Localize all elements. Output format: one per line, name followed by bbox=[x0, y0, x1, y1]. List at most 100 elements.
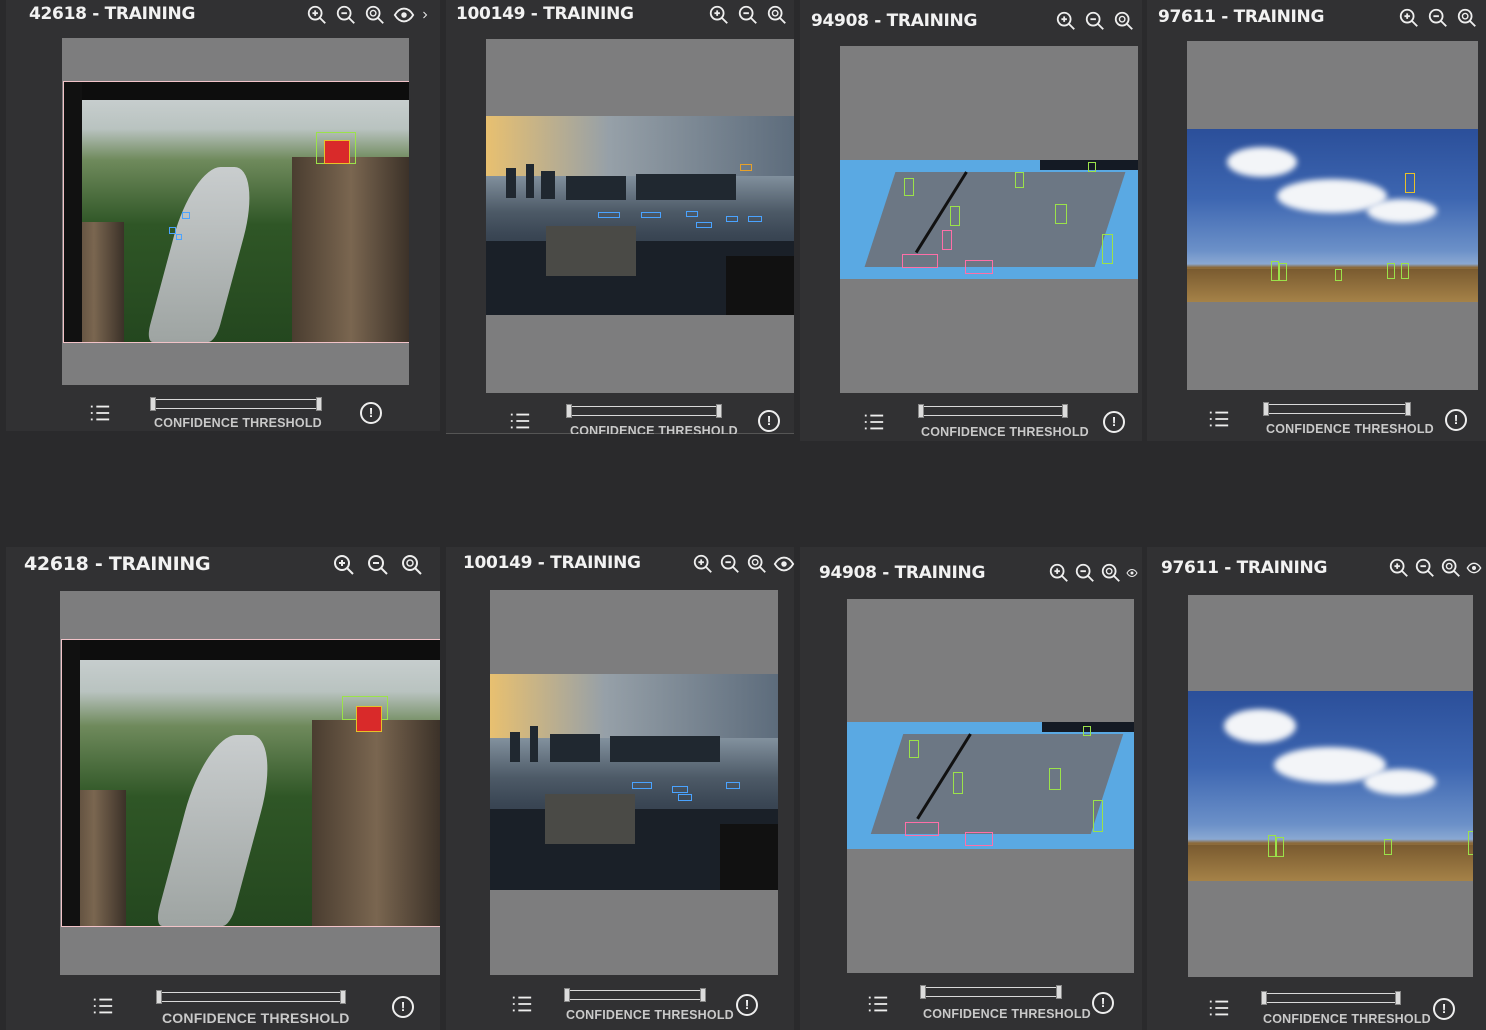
list-icon[interactable] bbox=[88, 402, 112, 424]
image-panel-3: 94908 - TRAINING CONFIDENCE THRESHOLD ! bbox=[800, 0, 1142, 441]
image-canvas[interactable] bbox=[486, 39, 794, 393]
scene-image bbox=[490, 674, 778, 890]
zoom-out-icon[interactable] bbox=[719, 553, 741, 575]
zoom-in-icon[interactable] bbox=[1048, 562, 1070, 584]
panel-title: 94908 - TRAINING bbox=[811, 11, 978, 31]
image-panel-6: 100149 - TRAINING CONFIDENCE THRESHOLD ! bbox=[446, 547, 795, 1030]
zoom-in-icon[interactable] bbox=[1398, 7, 1420, 29]
confidence-label: CONFIDENCE THRESHOLD bbox=[162, 1010, 350, 1026]
zoom-out-icon[interactable] bbox=[1427, 7, 1449, 29]
bbox-green bbox=[1387, 263, 1395, 279]
confidence-slider[interactable] bbox=[920, 985, 1062, 999]
image-canvas[interactable] bbox=[840, 46, 1138, 393]
confidence-label: CONFIDENCE THRESHOLD bbox=[566, 1008, 734, 1020]
list-icon[interactable] bbox=[90, 995, 116, 1017]
image-canvas[interactable] bbox=[62, 38, 409, 385]
zoom-fit-icon[interactable] bbox=[1113, 10, 1135, 32]
eye-icon[interactable] bbox=[1466, 557, 1482, 579]
panel-toolbar bbox=[1055, 10, 1135, 32]
info-icon[interactable]: ! bbox=[758, 410, 780, 432]
image-canvas[interactable] bbox=[1187, 41, 1478, 390]
zoom-in-icon[interactable] bbox=[1388, 557, 1410, 579]
image-canvas[interactable] bbox=[847, 599, 1134, 973]
list-icon[interactable] bbox=[1207, 997, 1231, 1019]
scene-image bbox=[63, 81, 409, 343]
zoom-fit-icon[interactable] bbox=[1440, 557, 1462, 579]
bbox-pink bbox=[905, 822, 939, 836]
bbox-pink bbox=[965, 832, 993, 846]
bbox-blue bbox=[726, 782, 740, 789]
info-icon[interactable]: ! bbox=[1092, 992, 1114, 1014]
panel-title: 100149 - TRAINING bbox=[463, 553, 641, 573]
confidence-slider[interactable] bbox=[564, 988, 706, 1002]
zoom-fit-icon[interactable] bbox=[766, 4, 788, 26]
confidence-slider[interactable] bbox=[566, 404, 722, 418]
bbox-green bbox=[1384, 839, 1392, 855]
info-icon[interactable]: ! bbox=[360, 402, 382, 424]
bbox-green bbox=[1276, 837, 1284, 857]
bbox-red-person bbox=[356, 706, 382, 732]
eye-icon[interactable] bbox=[773, 553, 795, 575]
image-canvas[interactable] bbox=[490, 590, 778, 975]
eye-icon[interactable] bbox=[393, 4, 415, 26]
zoom-fit-icon[interactable] bbox=[1100, 562, 1122, 584]
list-icon[interactable] bbox=[510, 993, 534, 1015]
confidence-label: CONFIDENCE THRESHOLD bbox=[570, 424, 738, 434]
image-canvas[interactable] bbox=[60, 591, 440, 975]
zoom-out-icon[interactable] bbox=[366, 553, 390, 577]
info-icon[interactable]: ! bbox=[392, 996, 414, 1018]
image-panel-5: 42618 - TRAINING CONFIDENCE THRESHOLD ! bbox=[6, 547, 440, 1030]
bbox-green bbox=[1093, 800, 1103, 832]
bbox-green bbox=[1468, 831, 1473, 855]
bbox-blue bbox=[686, 211, 698, 217]
zoom-in-icon[interactable] bbox=[1055, 10, 1077, 32]
panel-title: 97611 - TRAINING bbox=[1158, 7, 1325, 27]
list-icon[interactable] bbox=[1207, 408, 1231, 430]
zoom-out-icon[interactable] bbox=[1084, 10, 1106, 32]
panel-toolbar bbox=[332, 553, 424, 577]
info-icon[interactable]: ! bbox=[1445, 409, 1467, 431]
zoom-fit-icon[interactable] bbox=[746, 553, 768, 575]
zoom-out-icon[interactable] bbox=[335, 4, 357, 26]
confidence-slider[interactable] bbox=[1263, 402, 1411, 416]
panel-toolbar bbox=[692, 553, 795, 575]
zoom-fit-icon[interactable] bbox=[1456, 7, 1478, 29]
bbox-pink bbox=[942, 230, 952, 250]
list-icon[interactable] bbox=[866, 993, 890, 1015]
info-icon[interactable]: ! bbox=[1103, 411, 1125, 433]
zoom-fit-icon[interactable] bbox=[364, 4, 386, 26]
confidence-slider[interactable] bbox=[1261, 991, 1401, 1005]
confidence-label: CONFIDENCE THRESHOLD bbox=[154, 416, 322, 430]
confidence-label: CONFIDENCE THRESHOLD bbox=[1266, 422, 1434, 436]
eye-icon[interactable] bbox=[1126, 562, 1138, 584]
list-icon[interactable] bbox=[862, 411, 886, 433]
bbox-pink bbox=[965, 260, 993, 274]
chevron-right-icon[interactable] bbox=[422, 4, 434, 26]
zoom-in-icon[interactable] bbox=[306, 4, 328, 26]
zoom-out-icon[interactable] bbox=[737, 4, 759, 26]
bbox-blue bbox=[696, 222, 712, 228]
bbox-blue bbox=[598, 212, 620, 218]
zoom-out-icon[interactable] bbox=[1414, 557, 1436, 579]
zoom-in-icon[interactable] bbox=[708, 4, 730, 26]
confidence-slider[interactable] bbox=[156, 990, 346, 1004]
info-icon[interactable]: ! bbox=[1433, 998, 1455, 1020]
panel-title: 97611 - TRAINING bbox=[1161, 558, 1328, 578]
bbox-blue bbox=[182, 212, 190, 219]
info-icon[interactable]: ! bbox=[736, 994, 758, 1016]
zoom-in-icon[interactable] bbox=[692, 553, 714, 575]
confidence-slider[interactable] bbox=[918, 404, 1068, 418]
image-panel-7: 94908 - TRAINING CONFIDENCE THRESHOLD ! bbox=[800, 547, 1142, 1030]
zoom-fit-icon[interactable] bbox=[400, 553, 424, 577]
zoom-out-icon[interactable] bbox=[1074, 562, 1096, 584]
image-canvas[interactable] bbox=[1188, 595, 1473, 977]
list-icon[interactable] bbox=[508, 410, 532, 432]
zoom-in-icon[interactable] bbox=[332, 553, 356, 577]
image-panel-4: 97611 - TRAINING CONFIDENCE THRESHOLD ! bbox=[1147, 0, 1486, 441]
scene-image bbox=[1188, 691, 1473, 881]
image-panel-8: 97611 - TRAINING CONFIDENCE THRESHOLD ! bbox=[1147, 547, 1486, 1030]
panel-title: 42618 - TRAINING bbox=[29, 4, 196, 24]
bbox-blue bbox=[726, 216, 738, 222]
confidence-slider[interactable] bbox=[150, 397, 322, 411]
bbox-blue bbox=[632, 782, 652, 789]
